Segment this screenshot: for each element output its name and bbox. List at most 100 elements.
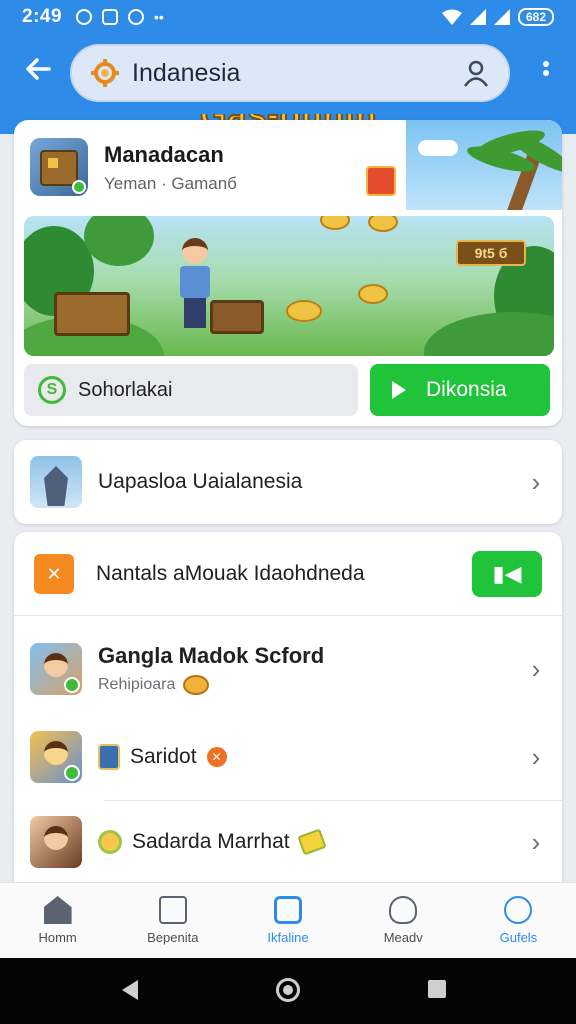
arrow-left-icon	[26, 58, 51, 80]
scene-crate	[54, 292, 130, 336]
list-header-label: Nantals aМouak Idaohdneda	[96, 561, 365, 585]
signal-2-icon	[493, 9, 510, 25]
pencil-icon	[296, 828, 327, 856]
game-avatar-icon	[30, 816, 82, 868]
nav-item-active[interactable]: Ikfaline	[230, 883, 345, 958]
list-item-temple[interactable]: Uapasloa Uaialanesia ›	[14, 440, 562, 524]
nav-label: Ikfaline	[267, 930, 309, 945]
cloud-icon	[418, 140, 458, 156]
nav-label: Bepenita	[147, 930, 199, 945]
system-navigation-bar	[0, 958, 576, 1024]
game-avatar-icon	[30, 731, 82, 783]
featured-game-card[interactable]: Manadacan Yeman · Gamanб 9t5 б S Sohorla…	[14, 120, 562, 426]
status-bar: 2:49 •• 682	[0, 0, 576, 34]
nav-item-fifth[interactable]: Gufels	[461, 883, 576, 958]
share-label: Sohorlakai	[78, 378, 173, 401]
featured-title: Manadacan	[104, 142, 224, 167]
download-label: Dikonsia	[426, 378, 507, 401]
status-time: 2:49	[22, 6, 63, 27]
gift-icon	[366, 166, 396, 196]
list-item-title: Gangla Madok Scford	[98, 643, 325, 668]
people-icon	[504, 896, 533, 924]
list-item-title: Sadarda Marrhat	[132, 830, 290, 853]
more-notifications-icon: ••	[154, 9, 164, 25]
verified-badge-icon	[72, 180, 86, 194]
list-item-subtitle: Rehipioara	[98, 675, 526, 695]
nav-item-fourth[interactable]: Meadv	[346, 883, 461, 958]
shuffle-icon: ✕	[34, 553, 74, 594]
signal-icon	[469, 9, 486, 25]
person-icon[interactable]	[462, 59, 490, 87]
app-bar: Indanesia	[0, 34, 576, 114]
jar-icon	[98, 744, 120, 770]
row-label: Uapasloa Uaialanesia	[98, 470, 303, 493]
list-item-inline: Sadarda Marrhat	[98, 828, 526, 856]
emoji-icon	[183, 675, 210, 695]
search-input[interactable]: Indanesia	[132, 59, 462, 88]
search-bar[interactable]: Indanesia	[70, 44, 510, 102]
share-icon: S	[38, 376, 66, 404]
system-back-icon[interactable]	[122, 980, 138, 1000]
temple-icon	[30, 456, 82, 508]
more-vert-icon	[543, 61, 549, 76]
battery-indicator: 682	[517, 8, 554, 26]
chevron-right-icon: ›	[531, 741, 541, 772]
system-recents-icon[interactable]	[428, 980, 446, 998]
scene-character	[174, 238, 214, 334]
house-icon	[40, 150, 78, 186]
back-button[interactable]	[20, 54, 56, 90]
play-icon	[392, 381, 406, 399]
palm-tree-illustration	[406, 120, 562, 210]
list-item-text: Saridot ✕	[98, 744, 526, 770]
chevron-right-icon: ›	[531, 466, 541, 497]
coin-icon	[320, 216, 350, 230]
nav-label: Meadv	[383, 930, 423, 945]
scene-hill	[424, 312, 554, 356]
app-notification-icon	[102, 9, 119, 25]
list-item-text: Sadarda Marrhat	[98, 828, 526, 856]
featured-subtitle: Yeman · Gamanб	[104, 174, 237, 193]
score-badge: 9t5 б	[456, 240, 526, 266]
game-screenshot[interactable]: 9t5 б	[24, 216, 554, 356]
list-item[interactable]: Gangla Madok Scford Rehipioara ›	[14, 624, 562, 714]
list-item-title: Saridot	[130, 745, 197, 768]
gear-icon	[91, 59, 119, 87]
game-list-card: ✕ Nantals aМouak Idaohdneda ▮◀ Gangla Ma…	[14, 532, 562, 882]
divider	[104, 800, 562, 801]
heart-icon	[389, 896, 418, 924]
list-item[interactable]: Sadarda Marrhat ›	[14, 802, 562, 882]
scene-cart	[210, 300, 264, 334]
coin-icon	[286, 300, 322, 322]
flower-icon	[98, 830, 122, 854]
nav-label: Gufels	[499, 930, 538, 945]
featured-app-icon	[30, 138, 88, 196]
list-item-text: Gangla Madok Scford Rehipioara	[98, 643, 526, 695]
list-item[interactable]: Saridot ✕ ›	[14, 714, 562, 800]
coin-icon	[358, 284, 388, 304]
share-button[interactable]: S Sohorlakai	[24, 364, 358, 416]
nav-item-home[interactable]: Homm	[0, 883, 115, 958]
chevron-right-icon: ›	[531, 826, 541, 857]
library-icon	[158, 896, 187, 924]
system-home-icon[interactable]	[276, 978, 300, 1002]
overflow-menu-button[interactable]	[538, 58, 554, 88]
status-system-icons: 682	[441, 8, 554, 26]
list-header-row[interactable]: ✕ Nantals aМouak Idaohdneda ▮◀	[14, 532, 562, 616]
list-item-subtitle-text: Rehipioara	[98, 676, 176, 693]
close-mark-icon: ✕	[206, 747, 227, 767]
search-chat-icon	[274, 896, 302, 924]
status-notification-icons: ••	[76, 9, 164, 25]
coin-icon	[368, 216, 398, 232]
clock-icon	[76, 9, 93, 25]
list-item-inline: Saridot ✕	[98, 744, 526, 770]
home-icon	[43, 896, 72, 924]
game-avatar-icon	[30, 643, 82, 695]
chevron-right-icon: ›	[531, 653, 541, 684]
nav-label: Homm	[38, 930, 77, 945]
wifi-icon	[441, 9, 462, 25]
scene-tree	[84, 216, 154, 266]
green-action-button[interactable]: ▮◀	[472, 550, 542, 597]
download-button[interactable]: Dikonsia	[370, 364, 550, 416]
nav-item-second[interactable]: Bepenita	[115, 883, 230, 958]
location-icon	[128, 9, 145, 25]
